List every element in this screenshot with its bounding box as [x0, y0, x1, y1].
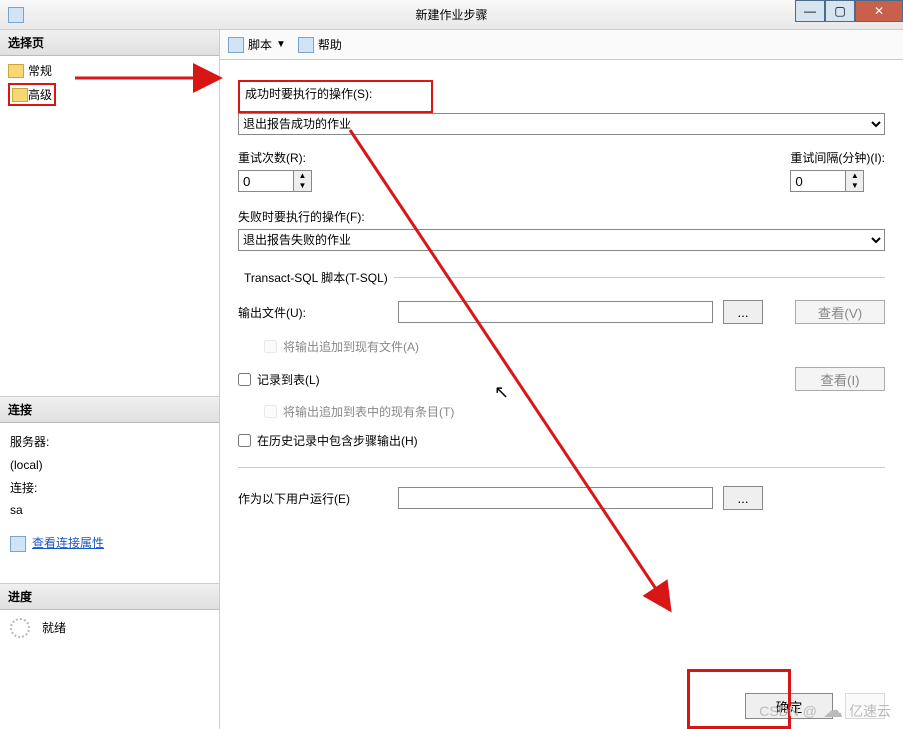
- success-action-label: 成功时要执行的操作(S):: [245, 85, 426, 102]
- page-icon: [8, 64, 24, 78]
- sidebar-item-label: 高级: [28, 86, 52, 103]
- output-file-label: 输出文件(U):: [238, 304, 388, 321]
- retry-count-stepper[interactable]: ▲▼: [294, 170, 312, 192]
- minimize-button[interactable]: —: [795, 0, 825, 22]
- progress-header: 进度: [0, 584, 219, 610]
- close-button[interactable]: ✕: [855, 0, 903, 22]
- server-value: (local): [10, 454, 209, 477]
- connection-icon: [10, 536, 26, 552]
- tsql-legend: Transact-SQL 脚本(T-SQL): [238, 269, 394, 286]
- fail-action-select[interactable]: 退出报告失败的作业: [238, 229, 885, 251]
- view-table-button: 查看(I): [795, 367, 885, 391]
- include-history-checkbox[interactable]: [238, 434, 251, 447]
- app-icon: [8, 7, 24, 23]
- success-action-select[interactable]: 退出报告成功的作业: [238, 113, 885, 135]
- connection-label: 连接:: [10, 477, 209, 500]
- retry-count-label: 重试次数(R):: [238, 149, 312, 166]
- append-table-label: 将输出追加到表中的现有条目(T): [283, 403, 454, 420]
- chevron-down-icon: ▼: [276, 39, 286, 50]
- fail-action-label: 失败时要执行的操作(F):: [238, 208, 885, 225]
- content-pane: 脚本 ▼ 帮助 成功时要执行的操作(S): 退出报告成功的作业 重试次数(R):: [220, 30, 903, 729]
- script-icon: [228, 37, 244, 53]
- append-file-checkbox: [264, 340, 277, 353]
- title-bar: 新建作业步骤 — ▢ ✕: [0, 0, 903, 30]
- connection-header: 连接: [0, 397, 219, 423]
- select-page-header: 选择页: [0, 30, 219, 56]
- server-label: 服务器:: [10, 431, 209, 454]
- script-button[interactable]: 脚本 ▼: [228, 36, 286, 53]
- sidebar-item-advanced[interactable]: 高级: [0, 81, 219, 108]
- log-table-checkbox[interactable]: [238, 373, 251, 386]
- view-output-button: 查看(V): [795, 300, 885, 324]
- progress-spinner-icon: [10, 618, 30, 638]
- help-button[interactable]: 帮助: [298, 36, 342, 53]
- maximize-button[interactable]: ▢: [825, 0, 855, 22]
- run-as-input[interactable]: [398, 487, 713, 509]
- progress-status: 就绪: [42, 619, 66, 636]
- sidebar-item-label: 常规: [28, 62, 52, 79]
- run-as-label: 作为以下用户运行(E): [238, 490, 388, 507]
- connection-value: sa: [10, 499, 209, 522]
- include-history-label: 在历史记录中包含步骤输出(H): [257, 432, 418, 449]
- sidebar-item-general[interactable]: 常规: [0, 60, 219, 81]
- view-connection-properties-link[interactable]: 查看连接属性: [32, 532, 104, 555]
- retry-interval-stepper[interactable]: ▲▼: [846, 170, 864, 192]
- help-icon: [298, 37, 314, 53]
- output-file-input[interactable]: [398, 301, 713, 323]
- ok-button[interactable]: 确定: [745, 693, 833, 719]
- output-file-browse-button[interactable]: ...: [723, 300, 763, 324]
- append-table-checkbox: [264, 405, 277, 418]
- retry-interval-input[interactable]: [790, 170, 846, 192]
- secondary-button[interactable]: [845, 693, 885, 719]
- page-icon: [12, 88, 28, 102]
- append-file-label: 将输出追加到现有文件(A): [283, 338, 419, 355]
- retry-count-input[interactable]: [238, 170, 294, 192]
- sidebar: 选择页 常规 高级 连接 服务器: (local) 连接: sa: [0, 30, 220, 729]
- log-table-label: 记录到表(L): [257, 371, 320, 388]
- retry-interval-label: 重试间隔(分钟)(I):: [790, 149, 885, 166]
- run-as-browse-button[interactable]: ...: [723, 486, 763, 510]
- window-title: 新建作业步骤: [415, 6, 487, 23]
- toolbar: 脚本 ▼ 帮助: [220, 30, 903, 60]
